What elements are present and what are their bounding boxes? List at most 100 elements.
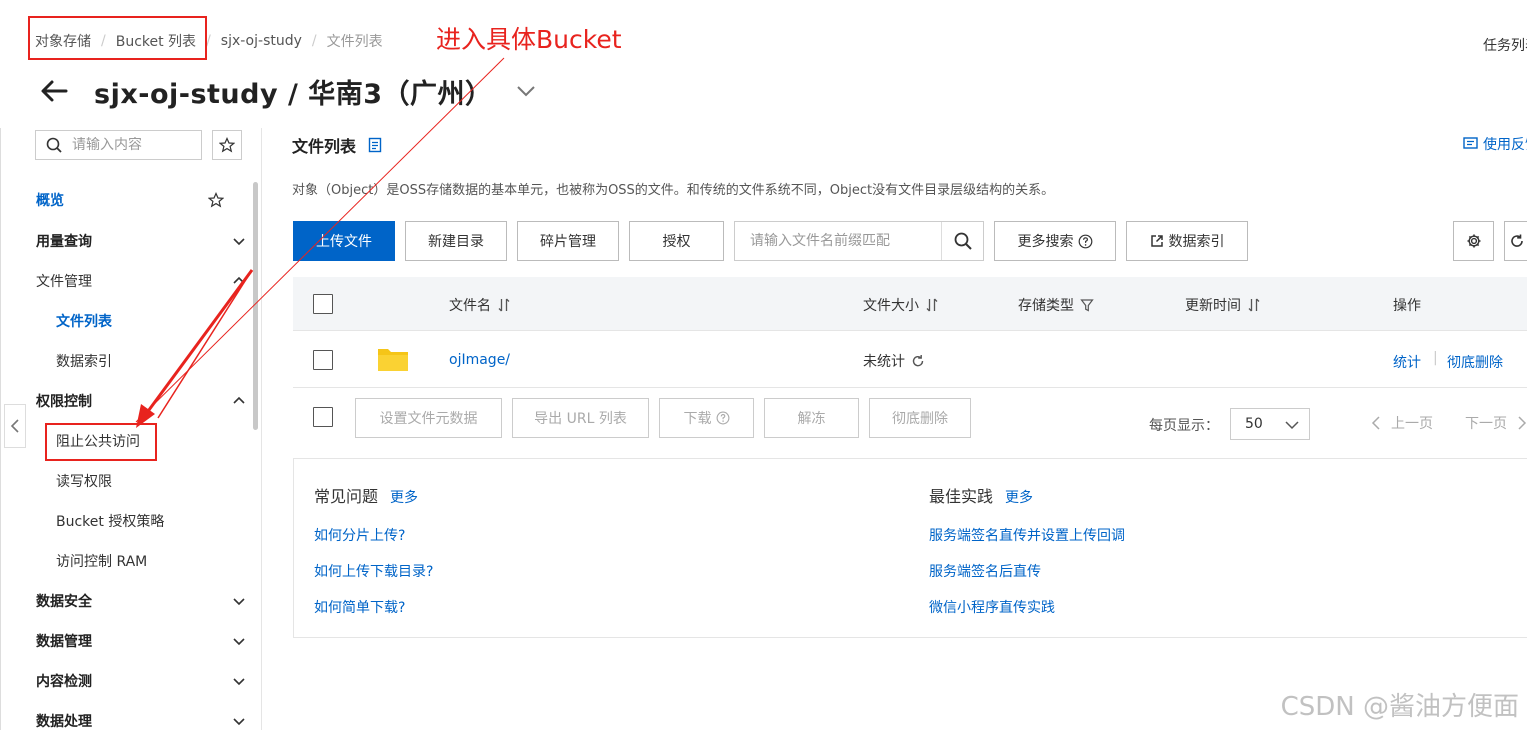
sort-icon[interactable] — [497, 298, 511, 312]
help-circle-icon — [716, 411, 729, 425]
filter-icon[interactable] — [1080, 298, 1094, 312]
sidebar-item-usage[interactable]: 用量查询 — [0, 221, 258, 261]
sidebar-item-data-processing[interactable]: 数据处理 — [0, 701, 258, 730]
sidebar-item-file-list[interactable]: 文件列表 — [0, 301, 258, 341]
help-circle-icon — [1078, 234, 1092, 248]
settings-button[interactable] — [1453, 221, 1494, 261]
sidebar-item-ram[interactable]: 访问控制 RAM — [0, 541, 258, 581]
restore-button[interactable]: 解冻 — [764, 398, 859, 438]
batch-footer: 设置文件元数据 导出 URL 列表 下载 解冻 彻底删除 每页显示： 50 上一… — [293, 389, 1527, 445]
batch-delete-button[interactable]: 彻底删除 — [869, 398, 971, 438]
more-search-button[interactable]: 更多搜索 — [994, 221, 1116, 261]
sidebar-search-input[interactable] — [72, 137, 192, 153]
description: 对象（Object）是OSS存储数据的基本单元，也被称为OSS的文件。和传统的文… — [292, 183, 1055, 198]
new-directory-button[interactable]: 新建目录 — [405, 221, 507, 261]
chevron-right-icon — [1518, 416, 1527, 430]
column-storage-class[interactable]: 存储类型 — [1018, 295, 1094, 315]
favorite-button[interactable] — [212, 130, 242, 160]
chevron-down-icon — [233, 238, 245, 246]
search-icon — [954, 232, 972, 250]
faq-link[interactable]: 如何简单下载? — [314, 597, 405, 617]
prev-page-button[interactable]: 上一页 — [1371, 413, 1433, 433]
feedback-link[interactable]: 使用反馈 — [1463, 134, 1527, 154]
best-practice-title: 最佳实践 更多 — [929, 487, 1034, 506]
star-icon[interactable] — [208, 192, 224, 208]
document-icon[interactable] — [368, 137, 382, 153]
annotation-box-breadcrumb — [28, 16, 207, 60]
refresh-icon[interactable] — [911, 354, 925, 368]
next-page-button[interactable]: 下一页 — [1465, 413, 1527, 433]
chevron-up-icon — [233, 276, 245, 284]
sidebar-item-data-index[interactable]: 数据索引 — [0, 341, 258, 381]
chevron-up-icon — [233, 396, 245, 404]
sidebar-item-file-management[interactable]: 文件管理 — [0, 261, 258, 301]
sidebar-item-overview[interactable]: 概览 — [0, 180, 258, 220]
faq-more-link[interactable]: 更多 — [390, 490, 418, 506]
faq-link[interactable]: 如何上传下载目录? — [314, 561, 433, 581]
breadcrumb-current: 文件列表 — [326, 34, 383, 50]
refresh-button[interactable] — [1504, 221, 1527, 261]
feedback-icon — [1463, 137, 1478, 149]
sidebar-item-data-security[interactable]: 数据安全 — [0, 581, 258, 621]
file-search-input[interactable] — [735, 222, 941, 260]
column-filesize[interactable]: 文件大小 — [863, 295, 939, 315]
chevron-down-icon — [233, 678, 245, 686]
column-filename[interactable]: 文件名 — [449, 295, 511, 315]
sidebar-item-access-control[interactable]: 权限控制 — [0, 381, 258, 421]
sidebar-item-data-management[interactable]: 数据管理 — [0, 621, 258, 661]
sidebar-collapse-button[interactable] — [4, 404, 26, 448]
faq-link[interactable]: 如何分片上传? — [314, 525, 405, 545]
watermark: CSDN @酱油方便面 — [1280, 692, 1519, 722]
table-header: 文件名 文件大小 存储类型 更新时间 操作 — [293, 277, 1527, 331]
chevron-down-icon — [233, 638, 245, 646]
annotation-text: 进入具体Bucket — [436, 25, 622, 54]
sidebar-item-acl[interactable]: 读写权限 — [0, 461, 258, 501]
page-title: sjx-oj-study / 华南3（广州） — [94, 78, 493, 110]
upload-file-button[interactable]: 上传文件 — [293, 221, 395, 261]
faq-title: 常见问题 更多 — [314, 487, 419, 506]
authorize-button[interactable]: 授权 — [629, 221, 724, 261]
title-row: sjx-oj-study / 华南3（广州） — [38, 70, 537, 112]
star-icon — [219, 137, 235, 153]
page-size-select[interactable]: 50 — [1230, 408, 1310, 440]
sidebar-item-bucket-policy[interactable]: Bucket 授权策略 — [0, 501, 258, 541]
column-actions: 操作 — [1393, 298, 1421, 314]
row-checkbox[interactable] — [313, 350, 333, 370]
search-icon — [46, 137, 62, 153]
chevron-left-icon — [1371, 416, 1380, 430]
section-title: 文件列表 — [292, 133, 382, 157]
data-index-button[interactable]: 数据索引 — [1126, 221, 1248, 261]
set-metadata-button[interactable]: 设置文件元数据 — [355, 398, 502, 438]
best-practice-more-link[interactable]: 更多 — [1005, 490, 1033, 506]
select-all-checkbox[interactable] — [313, 294, 333, 314]
best-practice-link[interactable]: 服务端签名后直传 — [929, 561, 1041, 581]
sort-icon[interactable] — [1247, 298, 1261, 312]
file-search-button[interactable] — [941, 222, 983, 260]
sidebar-item-content-detection[interactable]: 内容检测 — [0, 661, 258, 701]
file-size-cell: 未统计 — [863, 351, 925, 371]
back-arrow-icon[interactable] — [38, 75, 70, 107]
stat-link[interactable]: 统计 — [1393, 352, 1421, 372]
external-link-icon — [1150, 235, 1163, 247]
download-button[interactable]: 下载 — [659, 398, 754, 438]
delete-link[interactable]: 彻底删除 — [1447, 352, 1503, 372]
bucket-switch-chevron-down-icon[interactable] — [515, 80, 537, 102]
fragment-management-button[interactable]: 碎片管理 — [517, 221, 619, 261]
column-updated-time[interactable]: 更新时间 — [1185, 295, 1261, 315]
folder-icon — [378, 349, 408, 371]
sort-icon[interactable] — [925, 298, 939, 312]
task-list-link[interactable]: 任务列表 — [1483, 35, 1527, 55]
breadcrumb-bucket-name[interactable]: sjx-oj-study — [221, 33, 302, 49]
best-practice-link[interactable]: 服务端签名直传并设置上传回调 — [929, 525, 1125, 545]
chevron-down-icon — [1285, 421, 1299, 430]
help-card: 常见问题 更多 如何分片上传? 如何上传下载目录? 如何简单下载? 最佳实践 更多 … — [293, 458, 1527, 638]
best-practice-link[interactable]: 微信小程序直传实践 — [929, 597, 1055, 617]
select-all-footer-checkbox[interactable] — [313, 407, 333, 427]
table-row: ojImage/ 未统计 统计 | 彻底删除 — [293, 332, 1527, 388]
gear-icon — [1467, 234, 1480, 248]
export-url-button[interactable]: 导出 URL 列表 — [512, 398, 649, 438]
page-size-label: 每页显示： — [1149, 418, 1219, 434]
file-name-link[interactable]: ojImage/ — [449, 352, 510, 368]
chevron-left-icon — [10, 419, 19, 433]
chevron-down-icon — [233, 718, 245, 726]
